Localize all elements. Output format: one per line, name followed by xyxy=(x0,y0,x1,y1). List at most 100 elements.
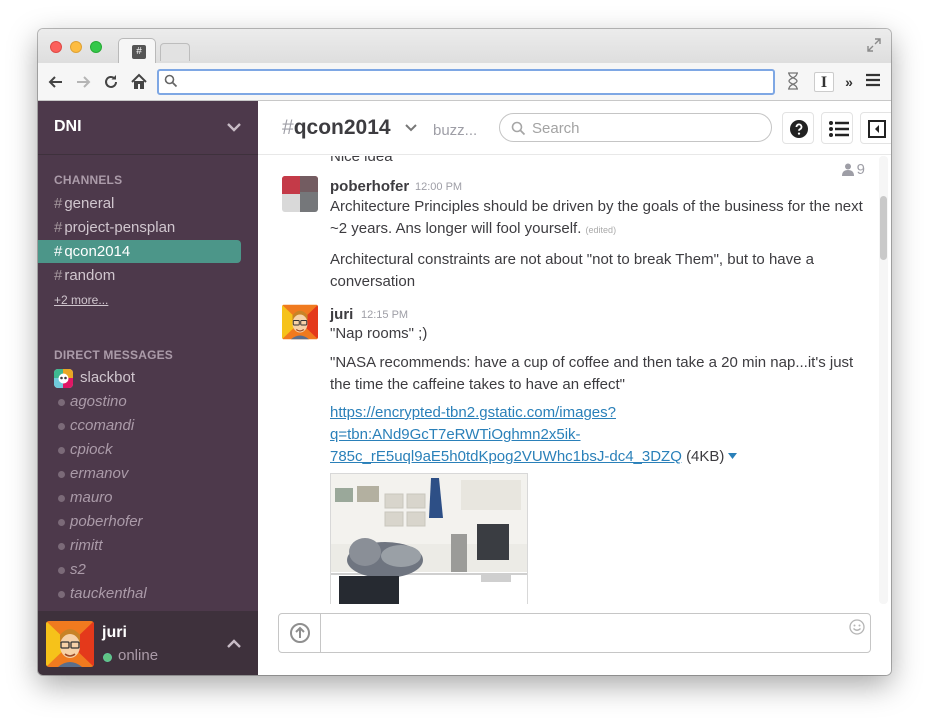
message-author[interactable]: juri xyxy=(330,306,353,323)
new-tab-button[interactable] xyxy=(160,43,190,61)
text-cursor-icon[interactable]: I xyxy=(814,72,834,92)
dm-label: ccomandi xyxy=(70,417,135,434)
dm-label: rimitt xyxy=(70,537,103,554)
presence-dot-icon xyxy=(58,423,65,430)
address-input[interactable] xyxy=(183,73,763,91)
dm-item-slackbot[interactable]: slackbot xyxy=(38,366,258,390)
message-composer xyxy=(278,613,871,653)
message-text: Architecture Principles should be driven… xyxy=(330,196,865,241)
image-preview[interactable] xyxy=(330,473,528,604)
message-timestamp[interactable]: 12:00 PM xyxy=(415,181,462,193)
hourglass-icon[interactable] xyxy=(784,72,802,92)
caret-down-icon[interactable] xyxy=(728,453,738,459)
current-user-status: online xyxy=(118,647,159,664)
message-author[interactable]: poberhofer xyxy=(330,178,409,195)
dm-item-agostino[interactable]: agostino xyxy=(38,390,258,414)
forward-icon[interactable] xyxy=(73,72,93,92)
toggle-flexpane-button[interactable] xyxy=(860,112,891,144)
dm-label: slackbot xyxy=(80,369,136,386)
dm-item-cpiock[interactable]: cpiock xyxy=(38,438,258,462)
dm-item-rimitt[interactable]: rimitt xyxy=(38,534,258,558)
dm-item-ccomandi[interactable]: ccomandi xyxy=(38,414,258,438)
channel-item-general[interactable]: # general xyxy=(38,192,241,215)
channel-item-qcon2014[interactable]: # qcon2014 xyxy=(38,240,241,263)
search-input[interactable] xyxy=(532,119,762,137)
dm-item-mauro[interactable]: mauro xyxy=(38,486,258,510)
help-icon xyxy=(790,120,808,138)
reload-icon[interactable] xyxy=(101,72,121,92)
fullscreen-icon[interactable] xyxy=(867,38,881,52)
avatar xyxy=(46,621,94,667)
channel-hash: # xyxy=(54,219,63,236)
message-scrollbar[interactable] xyxy=(879,156,888,604)
browser-tab[interactable]: # xyxy=(118,38,156,64)
zoom-window-button[interactable] xyxy=(90,41,102,53)
dm-label: s2 xyxy=(70,561,86,578)
dm-item-s2[interactable]: s2 xyxy=(38,558,258,582)
channel-hash: # xyxy=(282,116,294,139)
channel-item-project-pensplan[interactable]: # project-pensplan xyxy=(38,216,241,239)
message-list[interactable]: Nice idea 9 poberhofer 12:00 PM Architec… xyxy=(258,156,879,604)
member-count[interactable]: 9 xyxy=(841,161,865,178)
online-status-icon xyxy=(103,653,112,662)
help-button[interactable] xyxy=(782,112,814,144)
link-line: q=tbn:ANd9GcT7eRWTiOghmn2x5ik- xyxy=(330,426,581,443)
message-text: Nice idea xyxy=(330,156,393,165)
image-link[interactable]: https://encrypted-tbn2.gstatic.com/image… xyxy=(330,404,682,465)
menu-icon[interactable] xyxy=(864,72,882,92)
dm-item-poberhofer[interactable]: poberhofer xyxy=(38,510,258,534)
channel-details-button[interactable] xyxy=(821,112,853,144)
channel-hash: # xyxy=(54,267,63,284)
channel-topic[interactable]: buzz... xyxy=(433,122,477,139)
presence-dot-icon xyxy=(58,567,65,574)
message-text: "Nap rooms" ;) xyxy=(330,325,428,342)
message-timestamp[interactable]: 12:15 PM xyxy=(361,309,408,321)
dm-label: poberhofer xyxy=(70,513,143,530)
message-text: "NASA recommends: have a cup of coffee a… xyxy=(330,354,854,393)
presence-dot-icon xyxy=(58,495,65,502)
emoji-icon[interactable] xyxy=(849,619,865,635)
channel-label: project-pensplan xyxy=(64,219,176,236)
channel-label: general xyxy=(64,195,115,212)
minimize-window-button[interactable] xyxy=(70,41,82,53)
more-channels-link[interactable]: +2 more... xyxy=(54,293,108,307)
chevron-down-icon[interactable] xyxy=(404,121,418,135)
channels-title[interactable]: CHANNELS xyxy=(54,173,122,187)
presence-dot-icon xyxy=(58,543,65,550)
message-input[interactable] xyxy=(329,624,839,644)
dm-item-ermanov[interactable]: ermanov xyxy=(38,462,258,486)
direct-messages-title[interactable]: DIRECT MESSAGES xyxy=(54,348,173,362)
dm-item-tauckenthal[interactable]: tauckenthal xyxy=(38,582,258,606)
channel-header: #qcon2014 buzz... xyxy=(258,101,891,155)
search-box[interactable] xyxy=(499,113,772,142)
overflow-icon[interactable]: » xyxy=(842,72,856,92)
search-icon xyxy=(511,121,526,136)
team-menu[interactable]: DNI xyxy=(38,101,258,155)
dm-label: ermanov xyxy=(70,465,129,482)
home-icon[interactable] xyxy=(129,72,149,92)
upload-button[interactable] xyxy=(279,614,321,652)
search-icon xyxy=(164,74,178,88)
team-name: DNI xyxy=(54,118,82,135)
channel-hash: # xyxy=(54,243,63,260)
channel-name: qcon2014 xyxy=(293,116,391,139)
channel-item-random[interactable]: # random xyxy=(38,264,241,287)
close-window-button[interactable] xyxy=(50,41,62,53)
back-icon[interactable] xyxy=(46,72,66,92)
presence-dot-icon xyxy=(58,519,65,526)
chevron-up-icon xyxy=(227,639,241,648)
avatar[interactable] xyxy=(282,304,318,340)
dm-label: agostino xyxy=(70,393,127,410)
slack-favicon-icon: # xyxy=(132,45,146,59)
edited-label: (edited) xyxy=(585,225,617,235)
browser-window: # I » DNI CHANNELS # general # project-p… xyxy=(38,29,891,675)
file-size: (4KB) xyxy=(686,448,725,465)
address-bar[interactable] xyxy=(157,69,775,95)
scrollbar-thumb[interactable] xyxy=(880,196,887,260)
browser-toolbar: I » xyxy=(38,63,891,101)
message-attachment-link: https://encrypted-tbn2.gstatic.com/image… xyxy=(330,402,865,468)
upload-icon xyxy=(290,623,310,643)
avatar[interactable] xyxy=(282,176,318,212)
current-user-menu[interactable]: juri online xyxy=(38,611,258,675)
channel-title[interactable]: #qcon2014 xyxy=(282,116,391,140)
